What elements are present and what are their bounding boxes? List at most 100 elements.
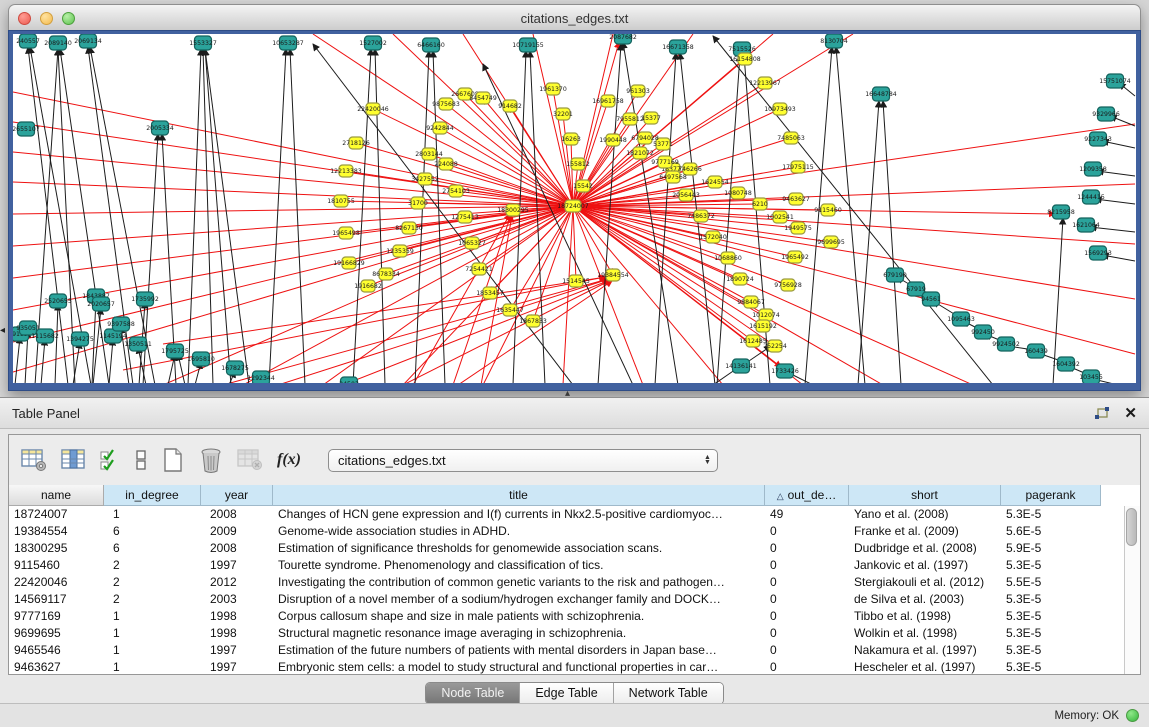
- table-cell[interactable]: Wolkin et al. (1998): [849, 625, 1001, 642]
- table-cell[interactable]: Changes of HCN gene expression and I(f) …: [273, 506, 765, 523]
- table-cell[interactable]: 2008: [201, 506, 273, 523]
- table-cell[interactable]: Hescheler et al. (1997): [849, 659, 1001, 675]
- table-cell[interactable]: 5.3E-5: [1001, 659, 1101, 675]
- tab-node-table[interactable]: Node Table: [426, 683, 519, 704]
- column-header-year[interactable]: year: [201, 485, 273, 506]
- graph-edge[interactable]: [573, 206, 576, 281]
- delete-table-icon[interactable]: [237, 448, 264, 472]
- table-cell[interactable]: 2: [104, 574, 201, 591]
- tab-edge-table[interactable]: Edge Table: [519, 683, 612, 704]
- delete-column-icon[interactable]: [198, 447, 224, 474]
- graph-edge[interactable]: [883, 101, 901, 383]
- table-cell[interactable]: 9699695: [9, 625, 104, 642]
- table-cell[interactable]: 2008: [201, 540, 273, 557]
- graph-edge[interactable]: [13, 206, 573, 214]
- column-header-name[interactable]: name: [9, 485, 104, 506]
- graph-edge[interactable]: [188, 49, 201, 383]
- table-cell[interactable]: Jankovic et al. (1997): [849, 557, 1001, 574]
- table-cell[interactable]: 5.5E-5: [1001, 574, 1101, 591]
- table-cell[interactable]: 1998: [201, 625, 273, 642]
- new-column-icon[interactable]: [161, 447, 185, 473]
- table-cell[interactable]: 18300295: [9, 540, 104, 557]
- graph-edge[interactable]: [836, 47, 865, 383]
- table-cell[interactable]: 1998: [201, 608, 273, 625]
- table-cell[interactable]: Nakamura et al. (1997): [849, 642, 1001, 659]
- table-cell[interactable]: 5.3E-5: [1001, 506, 1101, 523]
- table-cell[interactable]: 14569117: [9, 591, 104, 608]
- table-row[interactable]: 969969511998Structural magnetic resonanc…: [9, 625, 1140, 642]
- table-cell[interactable]: 1: [104, 608, 201, 625]
- table-cell[interactable]: 5.3E-5: [1001, 642, 1101, 659]
- table-row[interactable]: 1872400712008Changes of HCN gene express…: [9, 506, 1140, 523]
- table-cell[interactable]: Estimation of the future numbers of pati…: [273, 642, 765, 659]
- table-cell[interactable]: 49: [765, 506, 849, 523]
- table-cell[interactable]: Estimation of significance thresholds fo…: [273, 540, 765, 557]
- table-cell[interactable]: 0: [765, 642, 849, 659]
- graph-edge[interactable]: [13, 152, 573, 206]
- table-cell[interactable]: 9465546: [9, 642, 104, 659]
- tab-network-table[interactable]: Network Table: [613, 683, 723, 704]
- graph-edge[interactable]: [375, 49, 385, 383]
- graph-edge[interactable]: [573, 206, 763, 326]
- table-row[interactable]: 1938455462009Genome-wide association stu…: [9, 523, 1140, 540]
- table-cell[interactable]: Franke et al. (2009): [849, 523, 1001, 540]
- table-cell[interactable]: 5.3E-5: [1001, 625, 1101, 642]
- table-cell[interactable]: 0: [765, 608, 849, 625]
- window-titlebar[interactable]: citations_edges.txt: [8, 4, 1141, 32]
- table-cell[interactable]: 5.6E-5: [1001, 523, 1101, 540]
- graph-edge[interactable]: [858, 101, 879, 383]
- table-cell[interactable]: 0: [765, 523, 849, 540]
- table-row[interactable]: 1456911722003Disruption of a novel membe…: [9, 591, 1140, 608]
- column-header-pagerank[interactable]: pagerank: [1001, 485, 1101, 506]
- graph-edge[interactable]: [13, 182, 573, 206]
- table-row[interactable]: 946362711997Embryonic stem cells: a mode…: [9, 659, 1140, 675]
- graph-edge[interactable]: [109, 339, 113, 383]
- table-cell[interactable]: Embryonic stem cells: a model to study s…: [273, 659, 765, 675]
- table-cell[interactable]: 22420046: [9, 574, 104, 591]
- table-cell[interactable]: 2009: [201, 523, 273, 540]
- float-panel-icon[interactable]: [1094, 406, 1110, 421]
- table-cell[interactable]: 19384554: [9, 523, 104, 540]
- graph-edge[interactable]: [563, 206, 573, 383]
- column-header-title[interactable]: title: [273, 485, 765, 506]
- network-canvas[interactable]: 2405572089140206913415533271065328715270…: [13, 34, 1136, 383]
- scrollbar-thumb[interactable]: [1126, 508, 1137, 546]
- table-cell[interactable]: 1997: [201, 659, 273, 675]
- table-cell[interactable]: 5.3E-5: [1001, 608, 1101, 625]
- table-cell[interactable]: 1: [104, 625, 201, 642]
- table-cell[interactable]: Dudbridge et al. (2008): [849, 540, 1001, 557]
- table-cell[interactable]: Corpus callosum shape and size in male p…: [273, 608, 765, 625]
- table-cell[interactable]: 0: [765, 540, 849, 557]
- table-settings-icon[interactable]: [21, 448, 48, 472]
- table-cell[interactable]: 0: [765, 591, 849, 608]
- table-cell[interactable]: 1: [104, 642, 201, 659]
- table-cell[interactable]: Stergiakouli et al. (2012): [849, 574, 1001, 591]
- table-cell[interactable]: 0: [765, 625, 849, 642]
- table-cell[interactable]: de Silva et al. (2003): [849, 591, 1001, 608]
- table-cell[interactable]: 0: [765, 557, 849, 574]
- graph-edge[interactable]: [15, 337, 20, 383]
- table-cell[interactable]: Investigating the contribution of common…: [273, 574, 765, 591]
- graph-edge[interactable]: [353, 49, 371, 383]
- function-builder-icon[interactable]: f(x): [277, 451, 301, 469]
- column-header-short[interactable]: short: [849, 485, 1001, 506]
- table-cell[interactable]: Tibbo et al. (1998): [849, 608, 1001, 625]
- select-rows-icon[interactable]: [99, 448, 121, 472]
- table-cell[interactable]: 2: [104, 591, 201, 608]
- graph-edge[interactable]: [323, 206, 573, 383]
- table-scrollbar[interactable]: [1124, 506, 1140, 675]
- graph-edge[interactable]: [41, 339, 45, 383]
- graph-edge[interactable]: [313, 34, 573, 206]
- column-header-out_de[interactable]: △out_de…: [765, 485, 849, 506]
- table-cell[interactable]: Structural magnetic resonance image aver…: [273, 625, 765, 642]
- table-cell[interactable]: 1997: [201, 642, 273, 659]
- table-cell[interactable]: 18724007: [9, 506, 104, 523]
- table-row[interactable]: 977716911998Corpus callosum shape and si…: [9, 608, 1140, 625]
- table-cell[interactable]: 1: [104, 659, 201, 675]
- close-panel-icon[interactable]: ✕: [1124, 404, 1137, 422]
- table-cell[interactable]: Yano et al. (2008): [849, 506, 1001, 523]
- table-cell[interactable]: 2012: [201, 574, 273, 591]
- column-header-in_degree[interactable]: in_degree: [104, 485, 201, 506]
- column-visibility-icon[interactable]: [61, 448, 86, 472]
- table-cell[interactable]: 0: [765, 574, 849, 591]
